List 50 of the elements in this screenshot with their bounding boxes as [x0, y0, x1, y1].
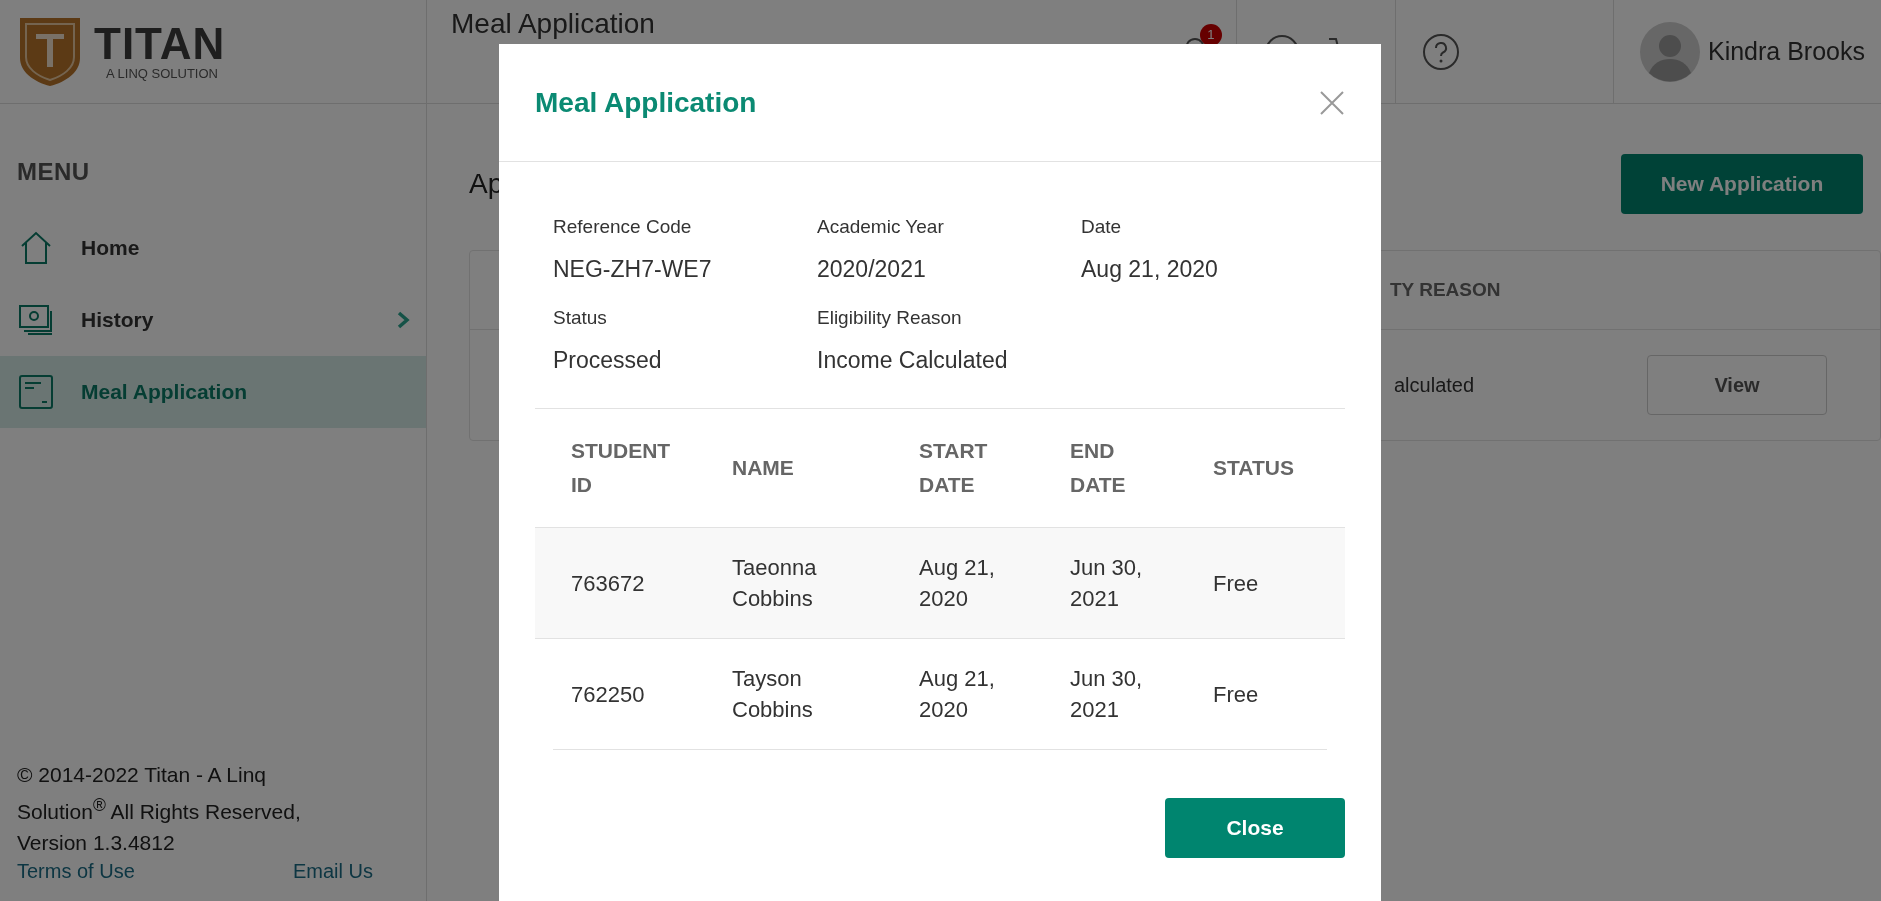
field-value: Processed — [553, 347, 663, 374]
table-cell-text: Tayson Cobbins — [732, 665, 814, 724]
photo-stack-icon — [19, 305, 53, 335]
table-cell-text: Free — [1213, 569, 1260, 598]
dialog-title: Meal Application — [535, 86, 757, 119]
column-header: START DATE — [918, 438, 989, 498]
field-label: Academic Year — [817, 216, 945, 238]
close-button[interactable]: Close — [1165, 798, 1345, 858]
close-icon[interactable] — [1319, 89, 1345, 116]
footer-link[interactable]: Terms of Use — [17, 860, 135, 883]
table-cell-text: Aug 21, 2020 — [919, 554, 996, 613]
help-icon[interactable] — [1421, 32, 1460, 71]
logo-name: TITAN — [94, 22, 226, 66]
column-header: STATUS — [1212, 455, 1295, 481]
column-header: STUDENT ID — [570, 438, 672, 498]
menu-heading: MENU — [16, 157, 91, 187]
table-cell-text: 762250 — [570, 680, 646, 709]
table-cell-text: Jun 30, 2021 — [1070, 665, 1144, 724]
table-cell-text: 763672 — [570, 569, 646, 598]
table-cell-text: Free — [1213, 680, 1260, 709]
logo-tagline: A LINQ SOLUTION — [106, 66, 219, 81]
field-label: Eligibility Reason — [817, 307, 963, 329]
table-cell: alculated — [1394, 373, 1475, 397]
table-cell-text: Jun 30, 2021 — [1070, 554, 1144, 613]
footer-link[interactable]: Email Us — [293, 860, 373, 883]
view-button[interactable]: View — [1647, 355, 1827, 415]
nav-item[interactable]: History — [0, 284, 426, 356]
field-label: Date — [1081, 216, 1123, 238]
avatar-icon[interactable] — [1639, 21, 1700, 82]
user-name[interactable]: Kindra Brooks — [1707, 37, 1865, 66]
new-application-button[interactable]: New Application — [1621, 154, 1863, 214]
document-icon — [19, 375, 53, 409]
table-cell-text: Aug 21, 2020 — [919, 665, 996, 724]
nav-item[interactable]: Home — [0, 212, 426, 284]
shield-logo-icon — [18, 15, 82, 88]
house-icon — [19, 231, 53, 265]
copyright-text: © 2014-2022 Titan - A Linq Solution$^{®}$ All Rights Reserved, Version 1.3.4812 — [17, 762, 302, 856]
field-value: Aug 21, 2020 — [1081, 256, 1219, 283]
column-header: TY REASON — [1390, 279, 1501, 301]
notification-badge: 1 — [1199, 23, 1222, 46]
field-value: Income Calculated — [817, 347, 1009, 374]
field-label: Reference Code — [553, 216, 693, 238]
header-title: Meal Application — [450, 8, 655, 40]
field-value: 2020/2021 — [817, 256, 927, 283]
table-cell-text: Taeonna Cobbins — [732, 554, 818, 613]
column-header: NAME — [731, 455, 795, 481]
field-label: Status — [553, 307, 608, 329]
field-value: NEG-ZH7-WE7 — [553, 256, 713, 283]
nav-item[interactable]: Meal Application — [0, 356, 426, 428]
column-header: END DATE — [1069, 438, 1127, 498]
